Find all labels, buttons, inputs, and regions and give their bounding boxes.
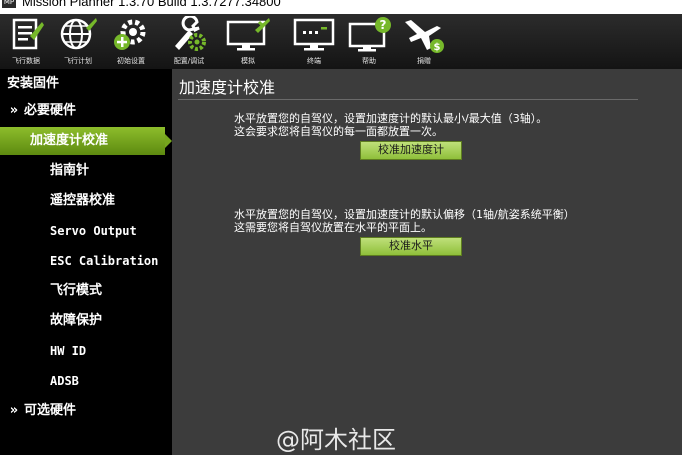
chevron-right-icon: » xyxy=(9,403,19,418)
toolbar-label: 捐赠 xyxy=(417,57,431,65)
toolbar-label: 模拟 xyxy=(241,57,255,65)
simulation-icon xyxy=(226,18,270,51)
terminal-icon xyxy=(293,18,335,51)
watermark-text: @阿木社区 xyxy=(276,426,396,454)
initial-setup-icon xyxy=(114,19,146,50)
accel-description-line-1: 水平放置您的自驾仪，设置加速度计的默认最小/最大值（3轴）。 xyxy=(234,112,548,125)
svg-text:$: $ xyxy=(434,42,441,53)
title-divider xyxy=(178,99,638,100)
sidebar-item-label: 飞行模式 xyxy=(50,283,103,298)
page-title: 加速度计校准 xyxy=(179,78,276,97)
level-description-line-2: 这需要您将自驾仪放置在水平的平面上。 xyxy=(234,221,432,234)
sidebar-item-compass[interactable]: 指南针 xyxy=(0,157,172,185)
calibrate-accel-button[interactable]: 校准加速度计 xyxy=(360,141,462,160)
config-tuning-button[interactable]: 配置/调试 xyxy=(165,16,213,68)
setup-sidebar: 安装固件 » 必要硬件 加速度计校准 指南针 遥控器校准 Servo Output… xyxy=(0,69,172,455)
chevron-right-icon: » xyxy=(9,103,19,118)
donate-icon: $ xyxy=(405,20,444,53)
sidebar-item-label: HW ID xyxy=(50,344,87,358)
sidebar-group-optional[interactable]: » 可选硬件 xyxy=(0,397,172,425)
sidebar-item-label: ESC Calibration xyxy=(50,254,159,268)
help-button[interactable]: ? 帮助 xyxy=(345,16,393,68)
sidebar-item-install-firmware[interactable]: 安装固件 xyxy=(7,72,59,91)
title-bar: MP Mission Planner 1.3.70 Build 1.3.7277… xyxy=(0,0,682,14)
accel-description-line-2: 这会要求您将自驾仪的每一面都放置一次。 xyxy=(234,125,443,138)
terminal-button[interactable]: 终端 xyxy=(290,16,338,68)
calibrate-level-button[interactable]: 校准水平 xyxy=(360,237,462,256)
sidebar-group-label: 必要硬件 xyxy=(24,103,77,118)
sidebar-item-accel-calibration[interactable]: 加速度计校准 xyxy=(0,127,172,155)
sidebar-item-label: 故障保护 xyxy=(50,313,103,328)
sidebar-item-esc-calibration[interactable]: ESC Calibration xyxy=(0,247,172,275)
sidebar-item-label: 遥控器校准 xyxy=(50,193,116,208)
sidebar-item-label: 指南针 xyxy=(50,163,90,178)
window-title: Mission Planner 1.3.70 Build 1.3.7277.34… xyxy=(22,0,281,9)
sidebar-item-label: ADSB xyxy=(50,374,79,388)
config-tuning-icon xyxy=(175,16,206,51)
toolbar-label: 飞行计划 xyxy=(64,57,92,65)
sidebar-item-hw-id[interactable]: HW ID xyxy=(0,337,172,365)
flight-data-button[interactable]: 飞行数据 xyxy=(2,16,50,68)
help-icon: ? xyxy=(348,17,391,52)
initial-setup-button[interactable]: 初始设置 xyxy=(107,16,155,68)
main-toolbar: 飞行数据 飞行计划 初始设置 配置/调试 模拟 终端 ? 帮助 $ 捐赠 xyxy=(0,14,682,69)
toolbar-label: 终端 xyxy=(307,57,321,65)
main-panel: 加速度计校准 水平放置您的自驾仪，设置加速度计的默认最小/最大值（3轴）。 这会… xyxy=(172,69,682,455)
sidebar-item-adsb[interactable]: ADSB xyxy=(0,367,172,395)
level-description-line-1: 水平放置您的自驾仪，设置加速度计的默认偏移（1轴/航姿系统平衡） xyxy=(234,208,575,221)
flight-data-icon xyxy=(12,18,44,50)
sidebar-item-failsafe[interactable]: 故障保护 xyxy=(0,307,172,335)
sidebar-group-label: 可选硬件 xyxy=(24,403,77,418)
toolbar-label: 飞行数据 xyxy=(12,57,40,65)
app-logo-icon: MP xyxy=(2,0,16,8)
donate-button[interactable]: $ 捐赠 xyxy=(400,16,448,68)
svg-text:?: ? xyxy=(380,18,387,32)
simulation-button[interactable]: 模拟 xyxy=(224,16,272,68)
sidebar-item-flight-modes[interactable]: 飞行模式 xyxy=(0,277,172,305)
sidebar-group-mandatory[interactable]: » 必要硬件 xyxy=(0,97,172,125)
sidebar-item-radio-calibration[interactable]: 遥控器校准 xyxy=(0,187,172,215)
toolbar-label: 初始设置 xyxy=(117,57,145,65)
flight-plan-button[interactable]: 飞行计划 xyxy=(54,16,102,68)
toolbar-label: 配置/调试 xyxy=(173,57,205,65)
sidebar-item-label: Servo Output xyxy=(50,224,137,238)
flight-plan-icon xyxy=(60,18,97,50)
sidebar-item-servo-output[interactable]: Servo Output xyxy=(0,217,172,245)
sidebar-item-label: 加速度计校准 xyxy=(30,133,109,148)
toolbar-label: 帮助 xyxy=(362,57,376,65)
